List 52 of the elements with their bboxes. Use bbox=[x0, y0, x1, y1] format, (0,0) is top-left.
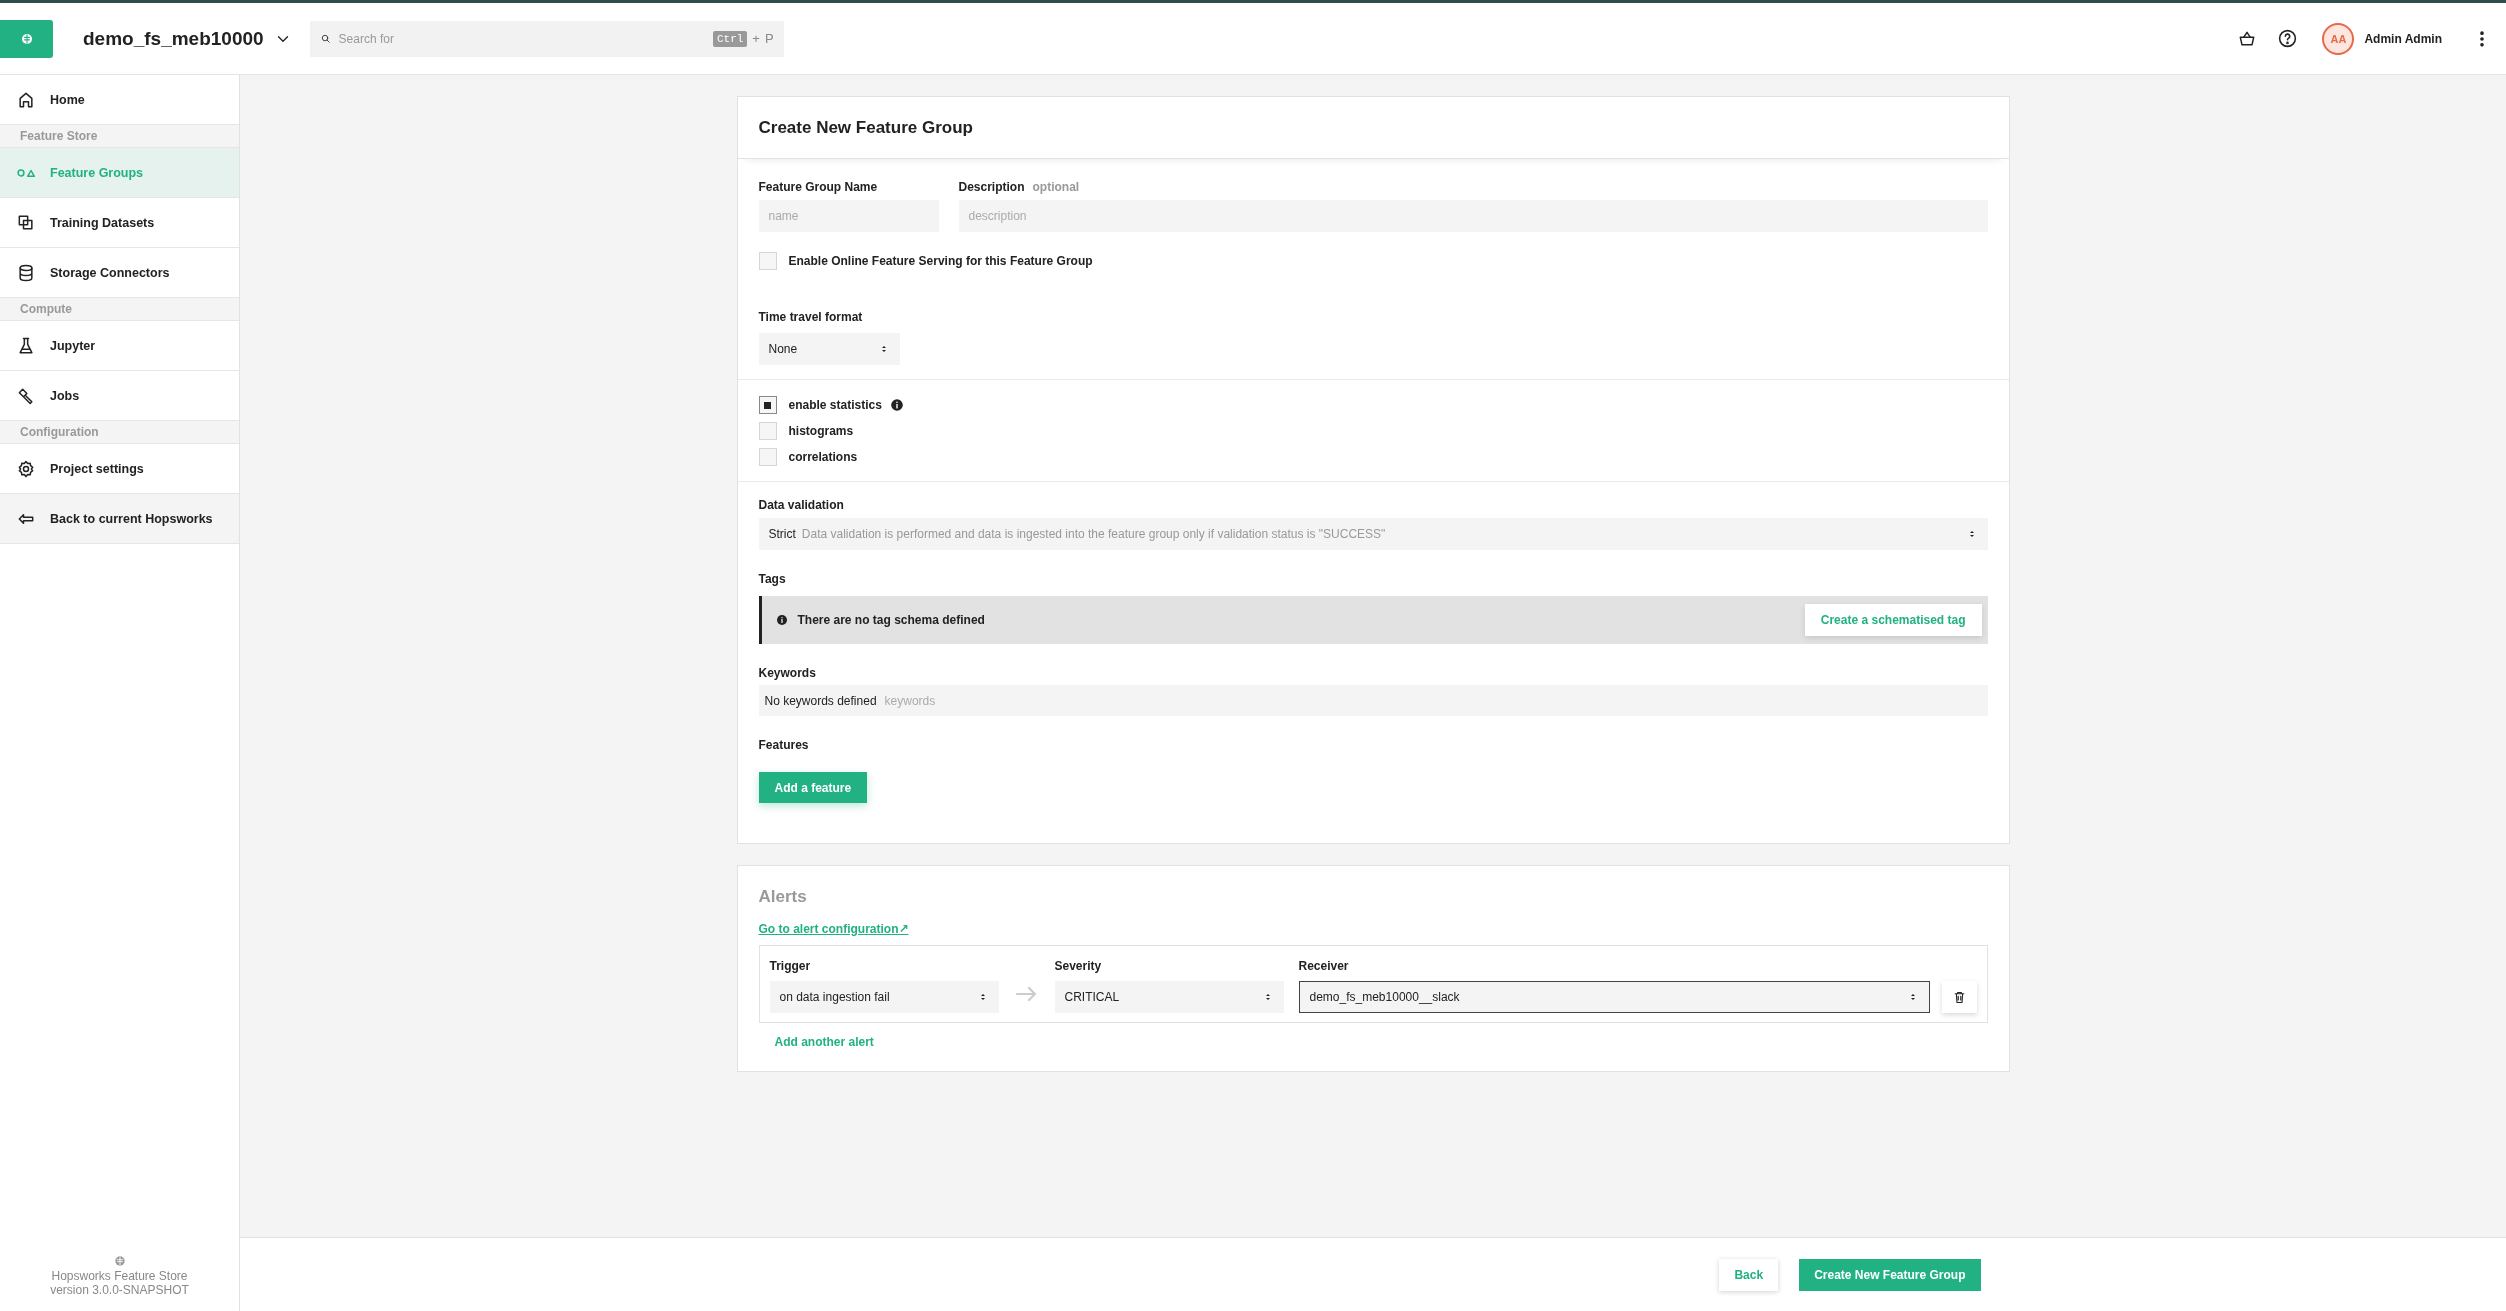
product-name: Hopsworks Feature Store bbox=[51, 1269, 188, 1283]
name-input[interactable]: name bbox=[758, 200, 939, 232]
checkbox[interactable]: correlations bbox=[758, 448, 858, 466]
alerts-title: Alerts bbox=[758, 887, 808, 907]
search-icon bbox=[319, 33, 331, 44]
shortcut-key: Ctrl bbox=[712, 30, 748, 47]
info-icon bbox=[775, 614, 788, 626]
keywords-value: No keywords defined bbox=[764, 693, 877, 708]
database-icon bbox=[16, 262, 36, 283]
trigger-select[interactable]: on data ingestion fail bbox=[769, 981, 999, 1013]
column-label: Trigger bbox=[769, 959, 812, 973]
sidebar-section-label: Configuration bbox=[0, 421, 239, 444]
keywords-input[interactable]: keywords bbox=[882, 692, 1988, 709]
shortcut-key: P bbox=[764, 31, 774, 46]
field-label: Features bbox=[758, 738, 810, 752]
description-input[interactable]: description bbox=[958, 200, 1988, 232]
checkbox[interactable]: histograms bbox=[758, 422, 854, 440]
checkbox[interactable]: enable statistics bbox=[758, 396, 882, 414]
sidebar-item[interactable]: Back to current Hopsworks bbox=[0, 494, 239, 544]
data-validation-select[interactable]: Strict Data validation is performed and data is ingested into the feature group only if validation status is "SUCCESS" bbox=[758, 518, 1988, 550]
sidebar-item[interactable]: Training Datasets bbox=[0, 198, 239, 248]
notice-text: There are no tag schema defined bbox=[797, 613, 986, 627]
field-label: Description bbox=[958, 180, 1025, 194]
user-name[interactable]: Admin Admin bbox=[2364, 31, 2442, 46]
search-input[interactable]: Search for bbox=[336, 30, 713, 47]
optional-hint: optional bbox=[1032, 180, 1080, 194]
checkbox[interactable]: Enable Online Feature Serving for this Feature Group bbox=[758, 252, 1093, 270]
info-icon bbox=[889, 398, 904, 412]
sidebar-item[interactable]: Jupyter bbox=[0, 321, 239, 371]
column-label: Receiver bbox=[1298, 959, 1350, 973]
project-name[interactable]: demo_fs_meb10000 bbox=[83, 27, 264, 50]
delete-button[interactable] bbox=[1941, 981, 1977, 1013]
column-label: Severity bbox=[1054, 959, 1103, 973]
field-label: Time travel format bbox=[758, 310, 864, 324]
plus-sign: + bbox=[752, 31, 760, 46]
field-label: Data validation bbox=[758, 498, 845, 512]
sidebar-section-label: Compute bbox=[0, 298, 239, 321]
help-icon[interactable] bbox=[2277, 28, 2299, 49]
keywords-field[interactable]: No keywords defined keywords bbox=[758, 685, 1988, 716]
version-text: version 3.0.0-SNAPSHOT bbox=[50, 1283, 189, 1297]
receiver-select[interactable]: demo_fs_meb10000__slack bbox=[1298, 981, 1930, 1013]
time-travel-select[interactable]: None bbox=[758, 333, 900, 365]
severity-select[interactable]: CRITICAL bbox=[1054, 981, 1284, 1013]
sidebar-section-label: Feature Store bbox=[0, 125, 239, 148]
field-label: Tags bbox=[758, 572, 787, 586]
field-label: Feature Group Name bbox=[758, 180, 879, 194]
flask-icon bbox=[16, 335, 36, 356]
validation-description: Data validation is performed and data is ingested into the feature group only if validation status is "SUCCESS" bbox=[801, 527, 1387, 541]
settings-icon bbox=[16, 458, 36, 479]
form-title: Create New Feature Group bbox=[758, 117, 973, 138]
field-label: Keywords bbox=[758, 666, 817, 680]
app-logo[interactable] bbox=[0, 19, 53, 58]
